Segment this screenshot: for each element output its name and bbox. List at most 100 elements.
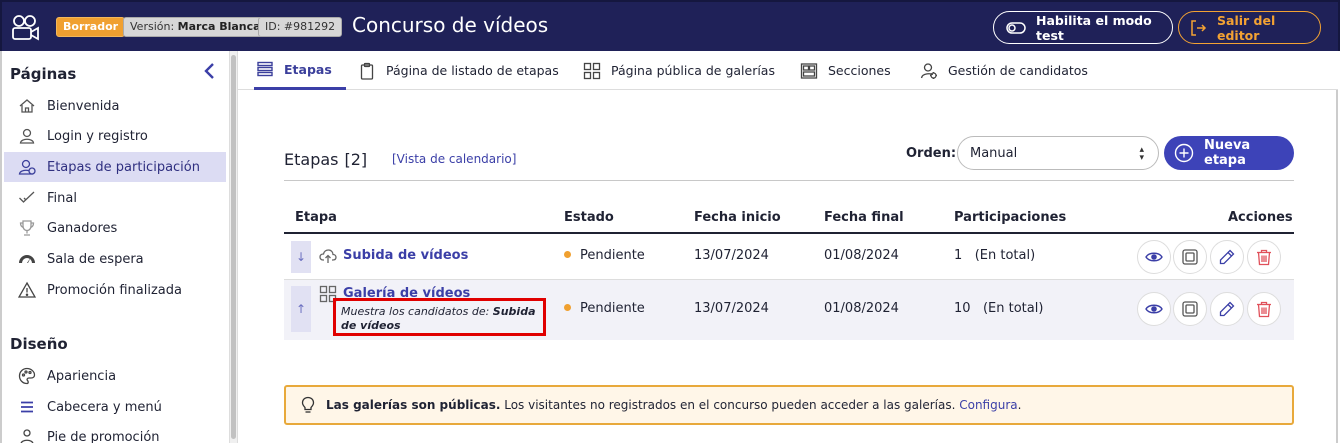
order-label: Orden: [906,146,957,161]
column-header-acciones: Acciones [1228,210,1293,225]
sections-icon [800,62,818,80]
exit-icon [1189,19,1207,37]
tab-galerias[interactable]: Página pública de galerías [583,51,775,90]
duplicate-button[interactable] [1173,292,1207,326]
version-value: Marca Blanca [177,20,261,33]
id-badge: ID: #981292 [258,17,343,37]
sidebar-item-cabecera[interactable]: Cabecera y menú [4,392,226,422]
sidebar-item-bienvenida[interactable]: Bienvenida [4,91,226,121]
tab-candidatos[interactable]: Gestión de candidatos [920,51,1088,90]
candidates-icon [920,62,938,80]
version-badge: Versión: Marca Blanca [123,17,268,37]
tab-etapas[interactable]: Etapas [254,51,346,90]
exit-editor-button[interactable]: Salir del editor [1178,11,1321,44]
clipboard-icon [358,62,376,80]
start-date-cell: 13/07/2024 [694,248,769,263]
delete-button[interactable] [1247,240,1281,274]
sidebar-item-login[interactable]: Login y registro [4,121,226,151]
trophy-icon [18,219,36,237]
sidebar-scrollbar[interactable] [229,51,238,443]
view-button[interactable] [1137,292,1171,326]
draft-badge: Borrador [56,17,126,37]
move-up-button[interactable]: ↑ [291,286,311,332]
edit-button[interactable] [1210,240,1244,274]
home-icon [18,97,36,115]
sidebar-item-pie[interactable]: Pie de promoción [4,422,226,443]
design-heading: Diseño [10,335,68,353]
warning-icon [18,281,36,299]
calendar-view-link[interactable]: [Vista de calendario] [392,152,516,166]
duplicate-button[interactable] [1173,240,1207,274]
end-date-cell: 01/08/2024 [824,301,899,316]
column-header-fecha-inicio: Fecha inicio [694,210,781,225]
order-select[interactable]: Manual ▴ ▾ [957,136,1159,170]
order-selected-value: Manual [970,145,1018,161]
sidebar-item-label: Ganadores [47,220,118,236]
new-stage-button[interactable]: Nueva etapa [1164,136,1294,170]
sidebar-item-ganadores[interactable]: Ganadores [4,213,226,243]
sidebar-item-apariencia[interactable]: Apariencia [4,361,226,391]
configure-link[interactable]: Configura [959,398,1017,412]
version-prefix: Versión: [130,20,178,33]
participations-note: (En total) [982,301,1044,316]
status-dot [564,251,571,258]
sidebar-item-promocion-finalizada[interactable]: Promoción finalizada [4,275,226,305]
start-date-cell: 13/07/2024 [694,301,769,316]
scrollbar-thumb[interactable] [231,55,236,439]
pencil-icon [1218,248,1236,266]
banner-body-text: Los visitantes no registrados en el conc… [500,398,960,412]
stages-title: Etapas [2] [284,150,367,169]
menu-icon [18,398,36,416]
highlight-annotation [333,298,546,336]
footer-icon [18,428,36,443]
test-mode-label: Habilita el modo test [1036,12,1152,43]
sidebar-item-label: Login y registro [47,128,148,144]
toggle-icon [1006,21,1026,35]
tab-label: Gestión de candidatos [948,63,1088,78]
tab-label: Página de listado de etapas [386,63,559,78]
eye-icon [1145,300,1163,318]
stage-name-link[interactable]: Subida de vídeos [343,248,468,263]
new-stage-label: Nueva etapa [1204,138,1251,168]
eye-icon [1145,248,1163,266]
participations-cell: 10 (En total) [954,301,1043,316]
participations-cell: 1 (En total) [954,248,1035,263]
tab-bar: Etapas Página de listado de etapas Págin… [238,51,1338,90]
trash-icon [1255,248,1273,266]
sidebar-item-label: Etapas de participación [47,159,200,175]
view-button[interactable] [1137,240,1171,274]
edit-button[interactable] [1210,292,1244,326]
sidebar-item-label: Promoción finalizada [47,282,182,298]
top-bar: Borrador Versión: Marca Blanca ID: #9812… [0,0,1340,51]
gauge-icon [18,250,36,268]
status-cell: Pendiente [564,248,645,263]
delete-button[interactable] [1247,292,1281,326]
participations-count: 10 [954,301,971,316]
move-down-button[interactable]: ↓ [291,241,311,273]
banner-text: Las galerías son públicas. Los visitante… [326,398,1021,412]
banner-end: . [1017,398,1022,412]
palette-icon [18,367,36,385]
table-row: ↑ Galería de vídeos Muestra los candidat… [284,280,1294,340]
tab-listado-etapas[interactable]: Página de listado de etapas [358,51,559,90]
sidebar-item-final[interactable]: Final [4,183,226,213]
sidebar-item-etapas[interactable]: Etapas de participación [4,152,226,182]
camera-logo-icon [10,13,42,43]
user-icon [18,127,36,145]
sidebar-item-sala-espera[interactable]: Sala de espera [4,244,226,274]
status-text: Pendiente [580,248,645,263]
tab-secciones[interactable]: Secciones [800,51,891,90]
status-dot [564,304,571,311]
exit-label: Salir del editor [1217,12,1276,43]
stages-title-text: Etapas [284,150,339,169]
lightbulb-icon [300,396,316,414]
trash-icon [1255,300,1273,318]
sidebar-item-label: Cabecera y menú [47,399,162,415]
divider [284,180,1294,181]
pencil-icon [1218,300,1236,318]
test-mode-button[interactable]: Habilita el modo test [993,11,1173,44]
copy-icon [1181,248,1199,266]
sidebar-item-label: Apariencia [47,368,117,384]
collapse-sidebar-icon[interactable] [202,62,216,80]
users-icon [18,158,36,176]
